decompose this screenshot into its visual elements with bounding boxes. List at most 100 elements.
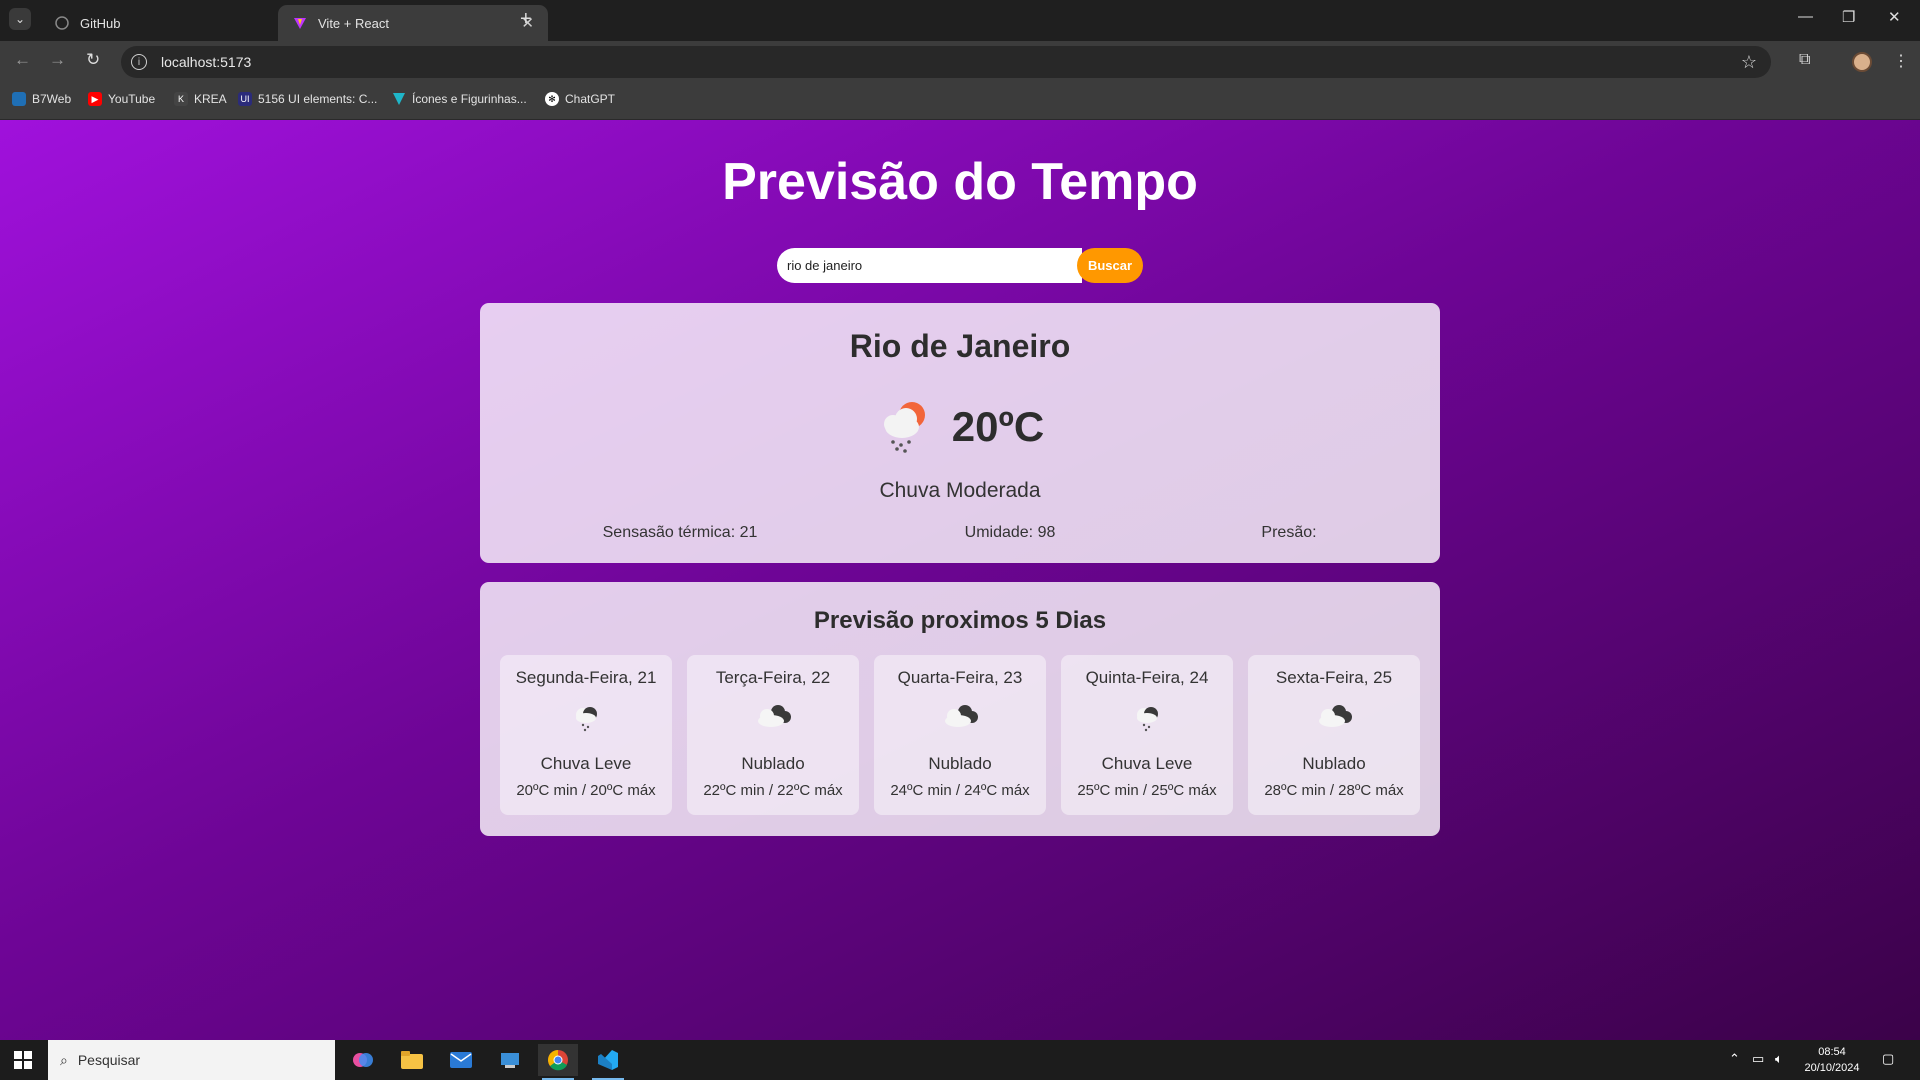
file-explorer-icon[interactable] bbox=[392, 1044, 432, 1076]
pressure: Presão: bbox=[1261, 524, 1317, 541]
youtube-icon: ▶ bbox=[88, 92, 102, 106]
bookmark-label: YouTube bbox=[108, 92, 156, 106]
forecast-temp-range: 28ºC min / 28ºC máx bbox=[1264, 782, 1404, 799]
b7web-icon bbox=[12, 92, 26, 106]
windows-taskbar: ⌕ Pesquisar ⌃ ▭ 🔈︎ 08:54 20/10/2024 ▢ bbox=[0, 1040, 1920, 1080]
page-content: Previsão do Tempo Buscar Rio de Janeiro bbox=[0, 120, 1920, 1040]
weather-condition: Chuva Moderada bbox=[879, 479, 1041, 502]
restore-icon[interactable]: ❐ bbox=[1842, 8, 1855, 26]
forecast-day: Quinta-Feira, 24 Chuva Leve 25ºC min / 2… bbox=[1061, 655, 1233, 815]
show-hidden-icons-icon[interactable]: ⌃ bbox=[1729, 1051, 1740, 1067]
forecast-temp-range: 24ºC min / 24ºC máx bbox=[890, 782, 1030, 799]
network-icon[interactable]: ▭ bbox=[1752, 1051, 1764, 1067]
profile-avatar[interactable] bbox=[1852, 52, 1872, 72]
search-button[interactable]: Buscar bbox=[1077, 248, 1143, 283]
tab-bar: ⌄ GitHub ✕ Vite + React ✕ + — ❐ ✕ bbox=[0, 0, 1920, 41]
bookmark-star-icon[interactable]: ☆ bbox=[1741, 52, 1757, 73]
taskbar-search[interactable]: ⌕ Pesquisar bbox=[48, 1040, 335, 1080]
close-window-icon[interactable]: ✕ bbox=[1888, 8, 1901, 26]
forecast-description: Nublado bbox=[741, 754, 805, 773]
clock-date: 20/10/2024 bbox=[1804, 1062, 1860, 1074]
vite-icon bbox=[292, 15, 308, 31]
tab-search-button[interactable]: ⌄ bbox=[9, 8, 31, 30]
cloudy-icon bbox=[941, 703, 979, 734]
back-icon[interactable]: ← bbox=[14, 50, 31, 70]
bookmark-icones[interactable]: Ícones e Figurinhas... bbox=[392, 92, 527, 106]
ui-elements-icon: UI bbox=[238, 92, 252, 106]
forecast-description: Chuva Leve bbox=[540, 754, 632, 773]
forecast-day: Sexta-Feira, 25 Nublado 28ºC min / 28ºC … bbox=[1248, 655, 1420, 815]
bookmark-label: B7Web bbox=[32, 92, 72, 106]
forward-icon[interactable]: → bbox=[49, 50, 66, 70]
tab-title: Vite + React bbox=[318, 15, 389, 31]
bookmark-label: KREA bbox=[194, 92, 227, 106]
copilot-icon[interactable] bbox=[343, 1044, 383, 1076]
bookmark-youtube[interactable]: ▶ YouTube bbox=[88, 92, 155, 106]
bookmarks-bar: B7Web ▶ YouTube K KREA UI 5156 UI elemen… bbox=[0, 82, 1920, 120]
forecast-description: Nublado bbox=[1302, 754, 1366, 773]
krea-icon: K bbox=[174, 92, 188, 106]
extensions-icon[interactable]: ⧉ bbox=[1799, 51, 1810, 69]
search-icon: ⌕ bbox=[60, 1051, 68, 1068]
site-info-icon[interactable]: i bbox=[131, 54, 147, 70]
bookmark-b7web[interactable]: B7Web bbox=[12, 92, 71, 106]
bookmark-krea[interactable]: K KREA bbox=[174, 92, 227, 106]
temperature-row: 20ºC bbox=[480, 395, 1440, 458]
notifications-icon[interactable]: ▢ bbox=[1882, 1051, 1894, 1067]
chrome-icon[interactable] bbox=[538, 1044, 578, 1080]
forecast-day: Terça-Feira, 22 Nublado 22ºC min / 22ºC … bbox=[687, 655, 859, 815]
tab-title: GitHub bbox=[80, 15, 121, 31]
github-icon bbox=[54, 15, 70, 31]
tab-vite-react[interactable]: Vite + React ✕ bbox=[278, 5, 548, 41]
reload-icon[interactable]: ↻ bbox=[86, 50, 100, 70]
forecast-temp-range: 20ºC min / 20ºC máx bbox=[516, 782, 656, 799]
current-temperature: 20ºC bbox=[951, 402, 1045, 450]
light-rain-icon bbox=[1132, 703, 1162, 738]
forecast-temp-range: 25ºC min / 25ºC máx bbox=[1077, 782, 1217, 799]
humidity: Umidade: 98 bbox=[964, 524, 1056, 541]
browser-toolbar: ← → ↻ i localhost:5173 ☆ ⧉ ⋮ bbox=[0, 41, 1920, 82]
city-name: Rio de Janeiro bbox=[849, 328, 1071, 364]
cloudy-icon bbox=[754, 703, 792, 734]
forecast-description: Nublado bbox=[928, 754, 992, 773]
volume-icon[interactable]: 🔈︎ bbox=[1775, 1051, 1783, 1067]
mail-icon[interactable] bbox=[441, 1044, 481, 1076]
rain-sun-icon bbox=[876, 395, 934, 458]
minimize-icon[interactable]: — bbox=[1798, 8, 1813, 25]
url-text: localhost:5173 bbox=[161, 54, 252, 70]
bookmark-chatgpt[interactable]: ✻ ChatGPT bbox=[545, 92, 615, 106]
forecast-day-name: Terça-Feira, 22 bbox=[715, 668, 831, 687]
tab-github[interactable]: GitHub ✕ bbox=[40, 5, 310, 41]
chatgpt-icon: ✻ bbox=[545, 92, 559, 106]
menu-icon[interactable]: ⋮ bbox=[1893, 51, 1909, 71]
windows-start-icon[interactable] bbox=[14, 1051, 32, 1069]
city-search-input[interactable] bbox=[777, 248, 1082, 283]
page-title: Previsão do Tempo bbox=[722, 153, 1198, 211]
cloudy-icon bbox=[1315, 703, 1353, 734]
address-bar[interactable]: i localhost:5173 ☆ bbox=[121, 46, 1771, 78]
vuetify-icon bbox=[392, 92, 406, 106]
forecast-temp-range: 22ºC min / 22ºC máx bbox=[703, 782, 843, 799]
bookmark-ui-elements[interactable]: UI 5156 UI elements: C... bbox=[238, 92, 377, 106]
clock-time: 08:54 bbox=[1818, 1046, 1846, 1058]
forecast-day-name: Sexta-Feira, 25 bbox=[1275, 668, 1393, 687]
vscode-icon[interactable] bbox=[588, 1044, 628, 1080]
bookmark-label: 5156 UI elements: C... bbox=[258, 92, 378, 106]
light-rain-icon bbox=[571, 703, 601, 738]
forecast-day-name: Quarta-Feira, 23 bbox=[897, 668, 1023, 687]
search-form: Buscar bbox=[777, 248, 1143, 283]
forecast-day-name: Quinta-Feira, 24 bbox=[1085, 668, 1209, 687]
new-tab-icon[interactable]: + bbox=[520, 8, 532, 31]
forecast-card: Previsão proximos 5 Dias Segunda-Feira, … bbox=[480, 582, 1440, 836]
forecast-day-name: Segunda-Feira, 21 bbox=[515, 668, 657, 687]
taskbar-search-placeholder: Pesquisar bbox=[77, 1052, 141, 1068]
bookmark-label: ChatGPT bbox=[565, 92, 616, 106]
forecast-title: Previsão proximos 5 Dias bbox=[813, 607, 1107, 634]
app-icon[interactable] bbox=[490, 1044, 530, 1076]
forecast-description: Chuva Leve bbox=[1101, 754, 1193, 773]
current-weather-card: Rio de Janeiro 20ºC Chuva Moderada Sensa… bbox=[480, 303, 1440, 563]
forecast-day: Segunda-Feira, 21 Chuva Leve 20ºC min / … bbox=[500, 655, 672, 815]
feels-like: Sensasão térmica: 21 bbox=[602, 524, 758, 541]
forecast-day: Quarta-Feira, 23 Nublado 24ºC min / 24ºC… bbox=[874, 655, 1046, 815]
clock[interactable]: 08:54 20/10/2024 bbox=[1786, 1044, 1878, 1076]
